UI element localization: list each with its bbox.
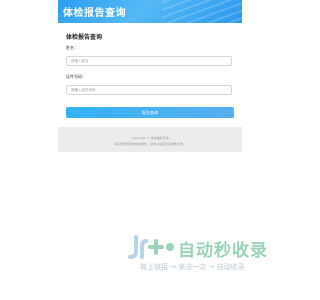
footer: Copyright © 体检报告查询 本系统仅供查询体检报告，具体以医院出具报告… bbox=[58, 127, 242, 152]
watermark-title: 自动秒收录 bbox=[178, 241, 268, 261]
id-number-input[interactable] bbox=[66, 85, 232, 95]
watermark: 自动秒收录 做上链接 → 来访一次 → 自动收录 bbox=[128, 233, 278, 273]
header-banner: 体检报告查询 bbox=[58, 0, 242, 23]
page-title: 体检报告查询 bbox=[63, 8, 126, 19]
query-form-card: 体检报告查询 姓名： 证件号码： 报告查询 bbox=[58, 23, 242, 127]
name-input[interactable] bbox=[66, 56, 232, 66]
watermark-logo-icon bbox=[128, 235, 174, 259]
form-title: 体检报告查询 bbox=[66, 34, 103, 41]
copyright-text: Copyright © 体检报告查询 bbox=[131, 136, 169, 140]
footer-notice: 本系统仅供查询体检报告，具体以医院出具报告为准。 bbox=[113, 142, 186, 146]
query-button[interactable]: 报告查询 bbox=[66, 107, 234, 118]
name-label: 姓名： bbox=[66, 45, 78, 50]
watermark-subtitle: 做上链接 → 来访一次 → 自动收录 bbox=[140, 263, 245, 271]
report-query-panel: 体检报告查询 体检报告查询 姓名： 证件号码： 报告查询 Copyright ©… bbox=[58, 0, 242, 152]
id-number-label: 证件号码： bbox=[66, 74, 86, 79]
